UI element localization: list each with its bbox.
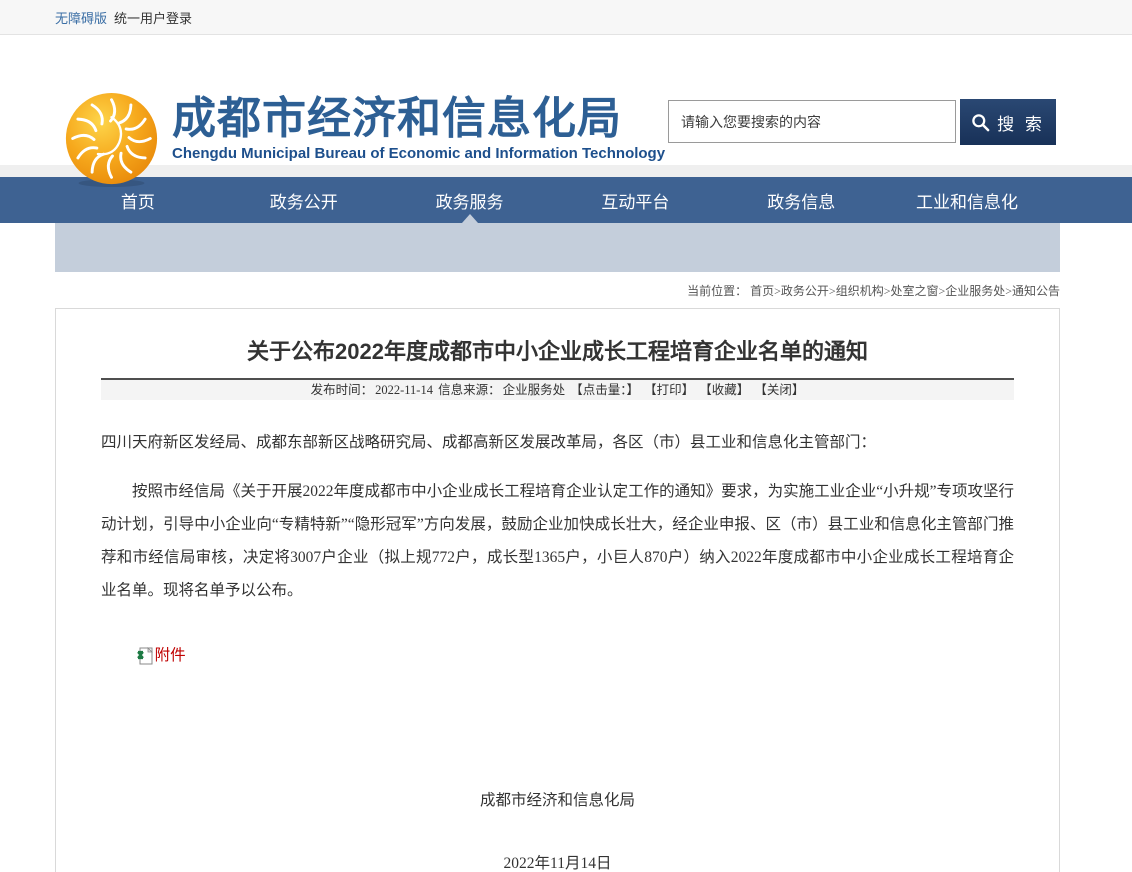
accessibility-version-link[interactable]: 无障碍版 <box>55 8 107 27</box>
article-meta-bar: 发布时间：2022-11-14 信息来源：企业服务处 【点击量：】 【打印】 【… <box>101 378 1014 400</box>
site-header: 成都市经济和信息化局 Chengdu Municipal Bureau of E… <box>0 35 1132 165</box>
print-button[interactable]: 【打印】 <box>644 383 694 397</box>
signature-agency: 成都市经济和信息化局 <box>101 784 1014 817</box>
header-divider-strip <box>0 165 1132 177</box>
search-button[interactable]: 搜 索 <box>960 99 1056 145</box>
main-nav: 首页 政务公开 政务服务 互动平台 政务信息 工业和信息化 <box>0 177 1132 223</box>
excel-file-icon <box>137 647 153 665</box>
close-button[interactable]: 【关闭】 <box>754 383 804 397</box>
search-input[interactable] <box>668 100 956 143</box>
favorite-button[interactable]: 【收藏】 <box>699 383 749 397</box>
unified-login-link[interactable]: 统一用户登录 <box>114 8 192 27</box>
search-button-label: 搜 索 <box>997 110 1045 135</box>
hit-count: 【点击量：】 <box>570 383 639 397</box>
article-container: 关于公布2022年度成都市中小企业成长工程培育企业名单的通知 发布时间：2022… <box>55 308 1060 872</box>
nav-item-home[interactable]: 首页 <box>55 177 221 223</box>
paragraph-main: 按照市经信局《关于开展2022年度成都市中小企业成长工程培育企业认定工作的通知》… <box>101 475 1014 607</box>
nav-submenu-panel <box>55 223 1060 272</box>
site-title: 成都市经济和信息化局 <box>172 95 665 143</box>
nav-item-gov-disclosure[interactable]: 政务公开 <box>221 177 387 223</box>
top-utility-bar: 无障碍版 统一用户登录 <box>0 0 1132 35</box>
paragraph-salutation: 四川天府新区发经局、成都东部新区战略研究局、成都高新区发展改革局，各区（市）县工… <box>101 426 1014 459</box>
brand-block: 成都市经济和信息化局 Chengdu Municipal Bureau of E… <box>172 95 665 162</box>
source-value: 企业服务处 <box>503 383 566 397</box>
breadcrumb-prefix: 当前位置： <box>687 284 747 298</box>
article-body: 四川天府新区发经局、成都东部新区战略研究局、成都高新区发展改革局，各区（市）县工… <box>101 426 1014 872</box>
breadcrumb: 当前位置： 首页>政务公开>组织机构>处室之窗>企业服务处>通知公告 <box>55 272 1060 308</box>
nav-item-industry-it[interactable]: 工业和信息化 <box>884 177 1050 223</box>
attachment-row: 附件 <box>101 639 1014 672</box>
signature-date: 2022年11月14日 <box>101 847 1014 872</box>
site-search: 搜 索 <box>668 100 1056 145</box>
signature-block: 成都市经济和信息化局 2022年11月14日 <box>101 784 1014 872</box>
breadcrumb-path[interactable]: 首页>政务公开>组织机构>处室之窗>企业服务处>通知公告 <box>750 284 1060 298</box>
nav-item-gov-services-label: 政务服务 <box>436 188 504 213</box>
attachment-link[interactable]: 附件 <box>155 639 186 672</box>
sunbird-logo <box>63 91 160 188</box>
publish-time: 2022-11-14 <box>375 383 433 397</box>
search-icon <box>971 113 990 132</box>
site-title-english: Chengdu Municipal Bureau of Economic and… <box>172 145 665 162</box>
active-tab-indicator <box>462 214 478 223</box>
nav-item-interaction-platform[interactable]: 互动平台 <box>552 177 718 223</box>
article-title: 关于公布2022年度成都市中小企业成长工程培育企业名单的通知 <box>56 337 1059 367</box>
nav-item-gov-information[interactable]: 政务信息 <box>718 177 884 223</box>
source-label: 信息来源： <box>438 383 501 397</box>
publish-time-label: 发布时间： <box>311 383 374 397</box>
nav-item-gov-services[interactable]: 政务服务 <box>387 177 553 223</box>
